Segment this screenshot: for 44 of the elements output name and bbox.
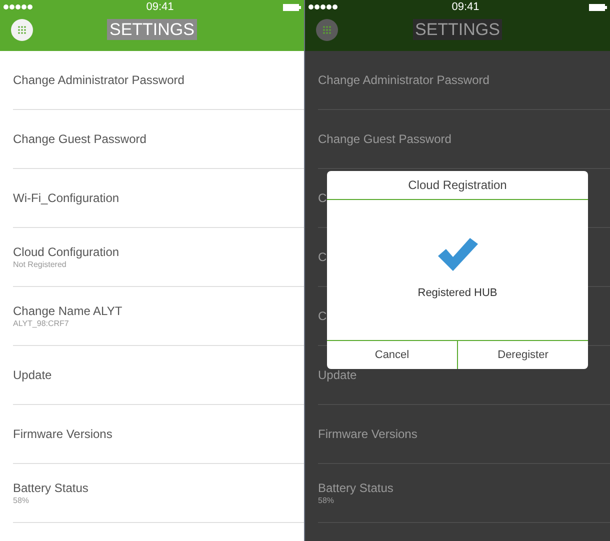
row-label: Change Name ALYT xyxy=(13,304,124,318)
menu-icon[interactable] xyxy=(11,19,33,41)
row-subtitle: 58% xyxy=(13,496,30,506)
status-time: 09:41 xyxy=(452,2,480,12)
row-label: Wi-Fi_Configuration xyxy=(13,190,120,206)
settings-row[interactable]: Change Name ALYT ALYT_98:CRF7 xyxy=(13,287,304,346)
settings-row[interactable]: Battery Status 58% xyxy=(318,464,610,523)
row-label: Change Administrator Password xyxy=(318,72,490,88)
settings-row[interactable]: Change Administrator Password xyxy=(13,51,304,110)
row-subtitle: Not Registered xyxy=(13,260,68,270)
settings-row[interactable]: Battery Status 58% xyxy=(13,464,304,523)
menu-icon[interactable] xyxy=(316,19,338,41)
settings-row[interactable]: Wi-Fi_Configuration xyxy=(13,169,304,228)
screen-title: SETTINGS xyxy=(107,18,196,40)
settings-row[interactable]: Update xyxy=(13,346,304,405)
row-label: Battery Status xyxy=(13,480,90,496)
battery-icon xyxy=(283,4,301,10)
status-time: 09:41 xyxy=(146,2,174,12)
dialog-title: Cloud Registration xyxy=(408,177,507,194)
row-label: Change Guest Password xyxy=(13,132,148,146)
row-label: Firmware Versions xyxy=(318,426,418,442)
row-label: Change Guest Password xyxy=(318,132,452,146)
row-label: C xyxy=(318,250,328,264)
battery-icon xyxy=(589,4,607,10)
row-label: C xyxy=(318,190,328,206)
row-label: Update xyxy=(318,368,358,382)
row-label: Update xyxy=(13,368,53,382)
settings-row[interactable]: Change Guest Password xyxy=(13,110,304,169)
dialog-message: Registered HUB xyxy=(418,286,498,302)
row-subtitle: ALYT_98:CRF7 xyxy=(13,318,70,328)
row-label: Cloud Configuration xyxy=(13,244,120,260)
settings-row[interactable]: Cloud Configuration Not Registered xyxy=(13,228,304,287)
deregister-button[interactable]: Deregister xyxy=(457,341,588,369)
screen-title: SETTINGS xyxy=(412,18,502,40)
row-label: C xyxy=(318,308,328,324)
row-label: Battery Status xyxy=(318,480,394,496)
settings-row[interactable]: Firmware Versions xyxy=(13,405,304,464)
settings-row[interactable]: Change Guest Password xyxy=(318,110,610,169)
row-label: Firmware Versions xyxy=(13,426,114,442)
row-subtitle: 58% xyxy=(318,496,336,506)
settings-row[interactable]: Firmware Versions xyxy=(318,405,610,464)
row-label: Change Administrator Password xyxy=(13,72,186,88)
checkmark-icon xyxy=(438,238,478,272)
settings-row[interactable]: Change Administrator Password xyxy=(318,51,610,110)
